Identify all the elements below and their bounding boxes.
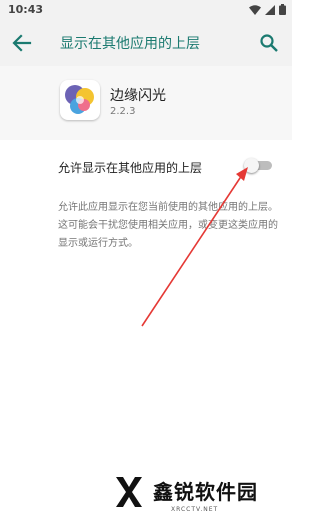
status-icons [249, 4, 286, 15]
watermark: 鑫锐软件园 XRCCTV.NET [95, 469, 292, 520]
setting-description: 允许此应用显示在您当前使用的其他应用的上层。这可能会干扰您使用相关应用，或变更这… [58, 202, 278, 249]
back-arrow-icon [12, 34, 32, 52]
settings-content: 允许显示在其他应用的上层 允许此应用显示在您当前使用的其他应用的上层。这可能会干… [0, 140, 292, 520]
annotation-arrow [141, 167, 248, 327]
wifi-icon [249, 4, 261, 15]
status-bar: 10:43 [0, 0, 292, 20]
app-name: 边缘闪光 [110, 88, 166, 104]
display-over-apps-setting-row[interactable]: 允许显示在其他应用的上层 [0, 140, 292, 190]
page-title: 显示在其他应用的上层 [60, 36, 200, 52]
battery-icon [279, 4, 286, 15]
watermark-logo-icon [116, 477, 142, 507]
app-bar: 显示在其他应用的上层 [0, 20, 292, 66]
toggle-label: 允许显示在其他应用的上层 [58, 161, 203, 175]
watermark-url: XRCCTV.NET [171, 506, 219, 513]
edge-lighting-app-icon [65, 85, 94, 114]
signal-icon [265, 4, 275, 15]
search-icon [260, 34, 278, 52]
back-button[interactable] [10, 32, 34, 54]
switch-thumb [244, 158, 259, 173]
app-icon [60, 80, 100, 120]
app-header: 边缘闪光 2.2.3 [0, 66, 292, 140]
watermark-brand: 鑫锐软件园 [153, 480, 258, 504]
status-time: 10:43 [8, 3, 44, 16]
search-button[interactable] [258, 32, 280, 54]
app-version: 2.2.3 [110, 106, 136, 117]
display-over-apps-switch[interactable] [244, 158, 274, 173]
